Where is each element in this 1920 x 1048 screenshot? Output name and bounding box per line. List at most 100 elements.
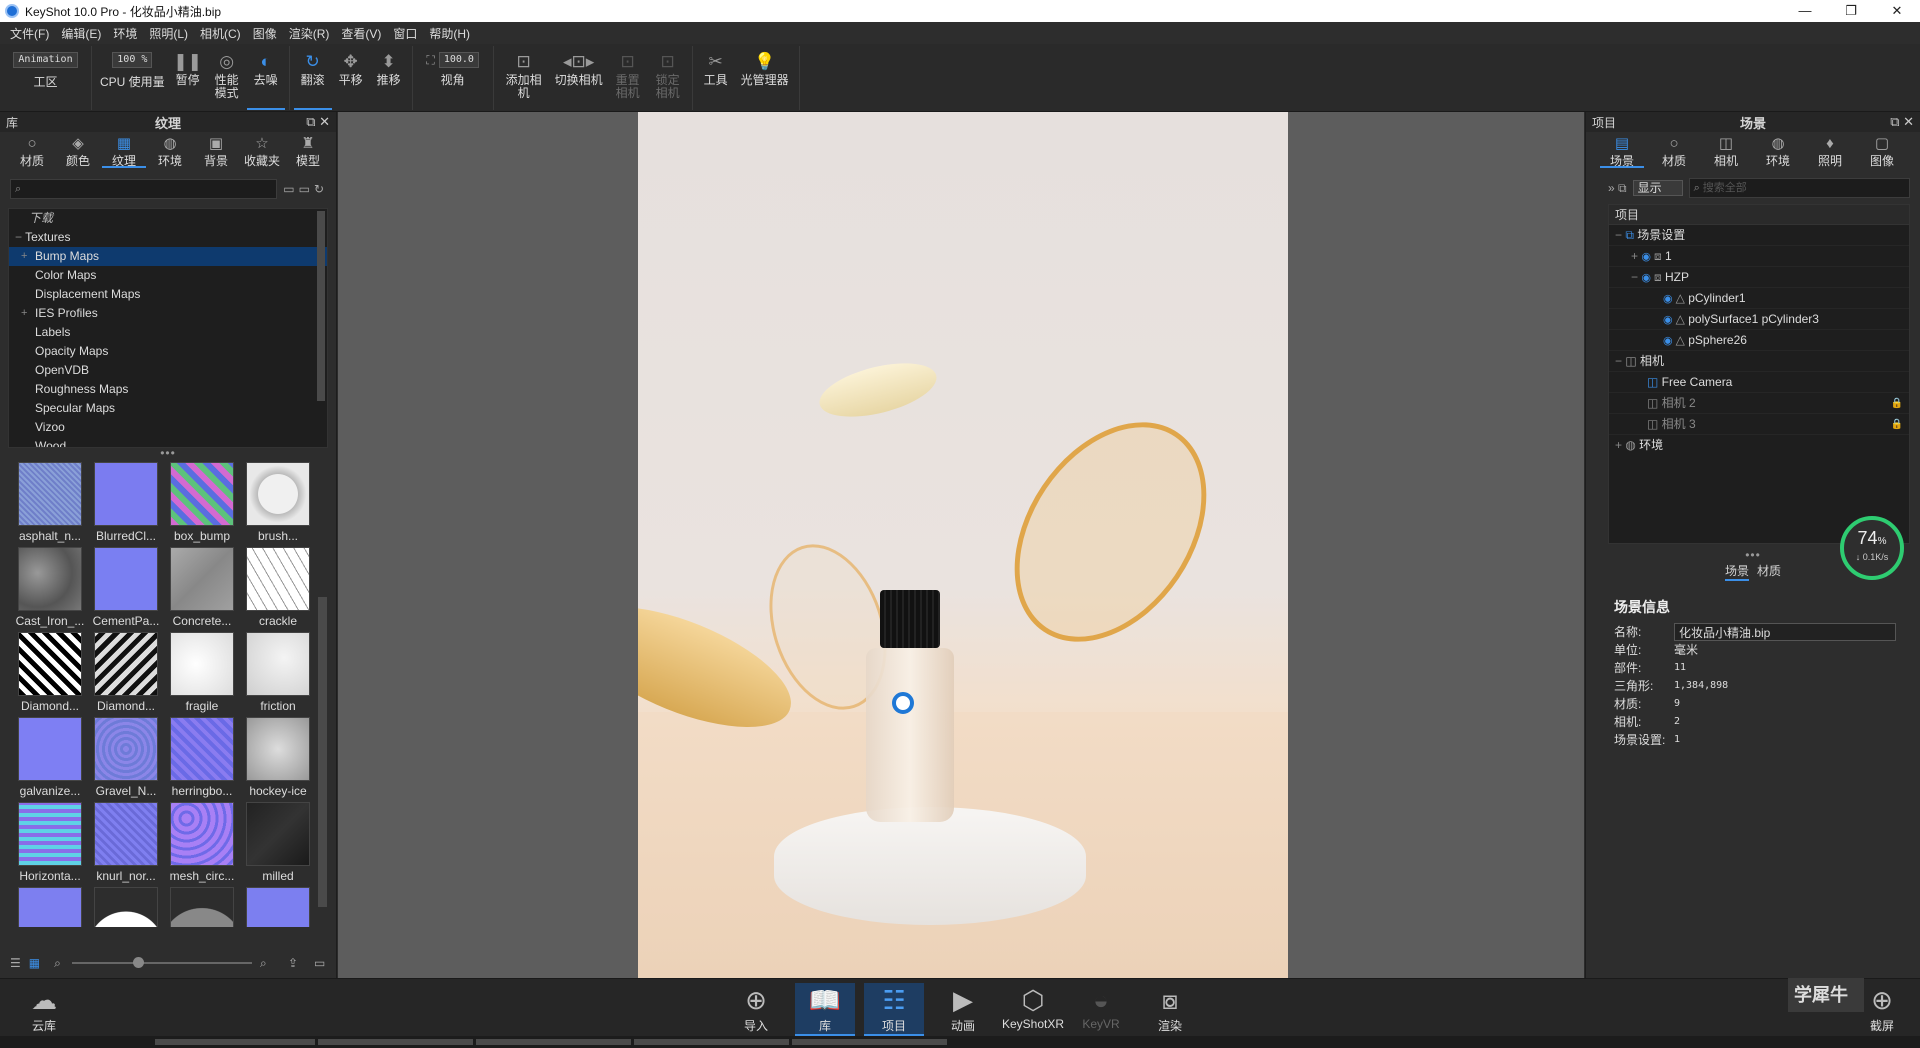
library-button[interactable]: 📖 库	[795, 983, 855, 1036]
scene-tree-row[interactable]: ◉ △ polySurface1 pCylinder3	[1609, 309, 1909, 330]
scene-name-field[interactable]: 化妆品小精油.bip	[1674, 623, 1896, 641]
tab-project-image[interactable]: ▢ 图像	[1860, 132, 1904, 169]
maximize-button[interactable]: ❐	[1828, 0, 1874, 22]
list-view-icon[interactable]: ☰	[10, 956, 21, 970]
cpu-usage-control[interactable]: 100 % CPU 使用量	[96, 46, 169, 110]
dolly-button[interactable]: ⬍ 推移	[370, 46, 408, 110]
thumbnail-item[interactable]: crackle	[240, 547, 316, 632]
lock-camera-button[interactable]: ⊡ 锁定相机	[648, 46, 688, 110]
thumbnail-item[interactable]: friction	[240, 632, 316, 717]
cloud-library-button[interactable]: ☁ 云库	[14, 983, 74, 1034]
thumbnail-item[interactable]: Cast_Iron_...	[12, 547, 88, 632]
visibility-eye-icon[interactable]: ◉	[1641, 251, 1654, 263]
thumbnail-item[interactable]: galvanize...	[12, 717, 88, 802]
tab-backplates[interactable]: ▣ 背景	[194, 132, 238, 169]
thumbnail-item[interactable]: Diamond...	[88, 632, 164, 717]
thumbnail-item[interactable]: hockey-ice	[240, 717, 316, 802]
folder-icon[interactable]: ▭	[314, 956, 325, 970]
render-viewport[interactable]	[338, 112, 1584, 978]
upload-icon[interactable]: ⇪	[288, 956, 298, 970]
scene-tree-row[interactable]: ◫ 相机 2 🔒	[1609, 393, 1909, 414]
tree-root[interactable]: − Textures	[9, 228, 327, 247]
render-image[interactable]	[638, 112, 1288, 978]
scene-tree-row[interactable]: ◫ Free Camera	[1609, 372, 1909, 393]
tree-scrollbar[interactable]	[317, 211, 325, 401]
subtab-materials[interactable]: 材质	[1757, 562, 1781, 581]
menu-file[interactable]: 文件(F)	[4, 25, 55, 42]
tree-item-roughness-maps[interactable]: Roughness Maps	[9, 380, 327, 399]
scene-tree-row[interactable]: − ◉ ⧈ HZP	[1609, 267, 1909, 288]
tab-textures[interactable]: ▦ 纹理	[102, 132, 146, 168]
thumbnail-item[interactable]: CementPa...	[88, 547, 164, 632]
tree-item-openvdb[interactable]: OpenVDB	[9, 361, 327, 380]
tools-button[interactable]: ✂ 工具	[697, 46, 735, 110]
add-camera-button[interactable]: ⊡ 添加相机	[498, 46, 550, 110]
scene-tree-row[interactable]: + ◉ ⧈ 1	[1609, 246, 1909, 267]
denoise-button[interactable]: ◐ 去噪	[246, 46, 285, 110]
tab-project-lighting[interactable]: ♦ 照明	[1808, 132, 1852, 169]
visibility-eye-icon[interactable]: ◉	[1663, 314, 1676, 326]
lock-icon[interactable]: 🔒	[1891, 414, 1903, 435]
thumbnail-item[interactable]: Diamond...	[12, 632, 88, 717]
tab-scene[interactable]: ▤ 场景	[1600, 132, 1644, 168]
light-manager-button[interactable]: 💡 光管理器	[735, 46, 795, 110]
tree-item-specular-maps[interactable]: Specular Maps	[9, 399, 327, 418]
tab-project-environment[interactable]: ◍ 环境	[1756, 132, 1800, 169]
visibility-eye-icon[interactable]: ◉	[1663, 293, 1676, 305]
menu-edit[interactable]: 编辑(E)	[55, 25, 107, 42]
show-select[interactable]: 显示	[1632, 180, 1683, 196]
scene-tree-row[interactable]: ◉ △ pSphere26	[1609, 330, 1909, 351]
thumbnail-item[interactable]	[164, 887, 240, 927]
thumbnail-item[interactable]: asphalt_n...	[12, 462, 88, 547]
project-panel-controls[interactable]: ⧉ ✕	[1890, 114, 1914, 130]
tree-item-labels[interactable]: Labels	[9, 323, 327, 342]
render-button[interactable]: ⧇ 渲染	[1140, 983, 1200, 1034]
thumbnail-size-slider[interactable]	[72, 962, 252, 964]
scene-search-input[interactable]: ⌕ 搜索全部	[1688, 178, 1910, 198]
thumbnail-item[interactable]	[240, 887, 316, 927]
menu-render[interactable]: 渲染(R)	[283, 25, 336, 42]
workspace-control[interactable]: Animation 工区	[9, 46, 81, 110]
scene-tree-row[interactable]: ◫ 相机 3 🔒	[1609, 414, 1909, 435]
tab-colors[interactable]: ◈ 颜色	[56, 132, 100, 169]
thumbnail-item[interactable]: box_bump	[164, 462, 240, 547]
fov-control[interactable]: ⛶ 100.0 视角	[417, 46, 489, 110]
scene-tree-row[interactable]: ◉ △ pCylinder1	[1609, 288, 1909, 309]
thumbnail-item[interactable]: knurl_nor...	[88, 802, 164, 887]
folder-icons[interactable]: ▭▭↻	[283, 182, 328, 196]
subtab-scene[interactable]: 场景	[1724, 562, 1749, 581]
library-panel-controls[interactable]: ⧉ ✕	[306, 114, 330, 130]
splitter-handle[interactable]: •••	[0, 447, 336, 460]
tree-item-displacement-maps[interactable]: Displacement Maps	[9, 285, 327, 304]
thumbnail-item[interactable]: Concrete...	[164, 547, 240, 632]
tab-project-camera[interactable]: ◫ 相机	[1704, 132, 1748, 169]
menu-window[interactable]: 窗口	[387, 25, 423, 42]
tree-item-opacity-maps[interactable]: Opacity Maps	[9, 342, 327, 361]
menu-help[interactable]: 帮助(H)	[423, 25, 476, 42]
close-button[interactable]: ✕	[1874, 0, 1920, 22]
pause-button[interactable]: ❚❚ 暂停	[169, 46, 207, 110]
library-search-input[interactable]: ⌕	[10, 179, 278, 199]
keyvr-button[interactable]: ◒ KeyVR	[1071, 983, 1131, 1031]
thumbnail-item[interactable]	[88, 887, 164, 927]
tree-item-ies-profiles[interactable]: + IES Profiles	[9, 304, 327, 323]
thumbnail-scrollbar[interactable]	[318, 597, 327, 907]
menu-view[interactable]: 查看(V)	[335, 25, 387, 42]
tree-item-vizoo[interactable]: Vizoo	[9, 418, 327, 437]
tree-item-color-maps[interactable]: Color Maps	[9, 266, 327, 285]
keyshotxr-button[interactable]: ⬡ KeyShotXR	[1002, 983, 1064, 1031]
visibility-eye-icon[interactable]: ◉	[1663, 335, 1676, 347]
expand-all-icon[interactable]: » ⧉	[1608, 181, 1627, 196]
thumbnail-item[interactable]: Horizonta...	[12, 802, 88, 887]
minimize-button[interactable]: —	[1782, 0, 1828, 22]
thumbnail-item[interactable]: fragile	[164, 632, 240, 717]
tab-favorites[interactable]: ☆ 收藏夹	[240, 132, 284, 169]
thumbnail-item[interactable]: Gravel_N...	[88, 717, 164, 802]
animation-button[interactable]: ▶ 动画	[933, 983, 993, 1034]
visibility-eye-icon[interactable]: ◉	[1641, 272, 1654, 284]
workspace-select[interactable]: Animation	[13, 52, 78, 68]
lock-icon[interactable]: 🔒	[1891, 393, 1903, 414]
tab-project-materials[interactable]: ○ 材质	[1652, 132, 1696, 169]
thumbnail-item[interactable]: mesh_circ...	[164, 802, 240, 887]
grid-view-icon[interactable]: ▦	[29, 956, 40, 970]
